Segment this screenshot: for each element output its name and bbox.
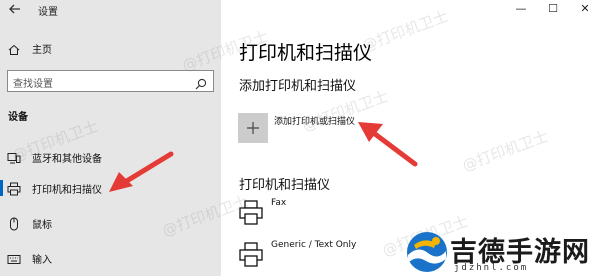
sidebar-item-label: 鼠标 <box>32 220 52 231</box>
active-indicator <box>0 180 3 196</box>
window-title: 设置 <box>38 7 58 18</box>
back-arrow-icon[interactable] <box>8 2 22 16</box>
site-logo: 吉德手游网 jdzhnl.com <box>406 230 600 276</box>
settings-sidebar: 设置 主页 查找设置 设备 蓝牙和其他设备 打印机和扫描仪 鼠标 输入 <box>0 0 221 276</box>
logo-mark-icon <box>406 231 448 273</box>
printer-icon <box>239 200 263 226</box>
search-input[interactable]: 查找设置 <box>7 70 214 92</box>
sidebar-item-label: 主页 <box>32 45 52 56</box>
plus-icon <box>247 122 259 134</box>
add-printer-button[interactable] <box>238 113 268 143</box>
maximize-button[interactable]: ☐ <box>545 2 561 16</box>
sidebar-item-mouse[interactable]: 鼠标 <box>0 211 221 235</box>
keyboard-icon <box>7 251 21 265</box>
minimize-button[interactable]: — <box>513 2 529 16</box>
brand-domain: jdzhnl.com <box>454 263 529 273</box>
sidebar-item-printers-scanners[interactable]: 打印机和扫描仪 <box>0 176 221 200</box>
sidebar-item-typing[interactable]: 输入 <box>0 246 221 270</box>
printer-icon <box>7 181 21 196</box>
printers-list-title: 打印机和扫描仪 <box>239 178 331 193</box>
page-title: 打印机和扫描仪 <box>239 42 373 64</box>
mouse-icon <box>7 216 21 231</box>
home-icon <box>8 41 20 55</box>
printer-item-fax[interactable]: Fax <box>239 196 439 230</box>
close-button[interactable]: ✕ <box>577 2 593 16</box>
printer-name: Fax <box>271 198 287 208</box>
sidebar-item-label: 输入 <box>32 255 52 266</box>
sidebar-item-bluetooth-devices[interactable]: 蓝牙和其他设备 <box>0 145 221 169</box>
sidebar-group-title: 设备 <box>8 112 28 123</box>
printer-name: Generic / Text Only <box>271 240 357 250</box>
sidebar-item-label: 打印机和扫描仪 <box>32 185 102 196</box>
search-placeholder: 查找设置 <box>13 79 53 90</box>
printer-icon <box>239 242 263 268</box>
sidebar-item-label: 蓝牙和其他设备 <box>32 154 102 165</box>
search-icon[interactable] <box>195 75 207 90</box>
sidebar-item-home[interactable]: 主页 <box>0 37 221 59</box>
add-section-title: 添加打印机和扫描仪 <box>239 79 357 94</box>
devices-icon <box>7 150 21 164</box>
add-printer-label[interactable]: 添加打印机或扫描仪 <box>274 114 355 127</box>
